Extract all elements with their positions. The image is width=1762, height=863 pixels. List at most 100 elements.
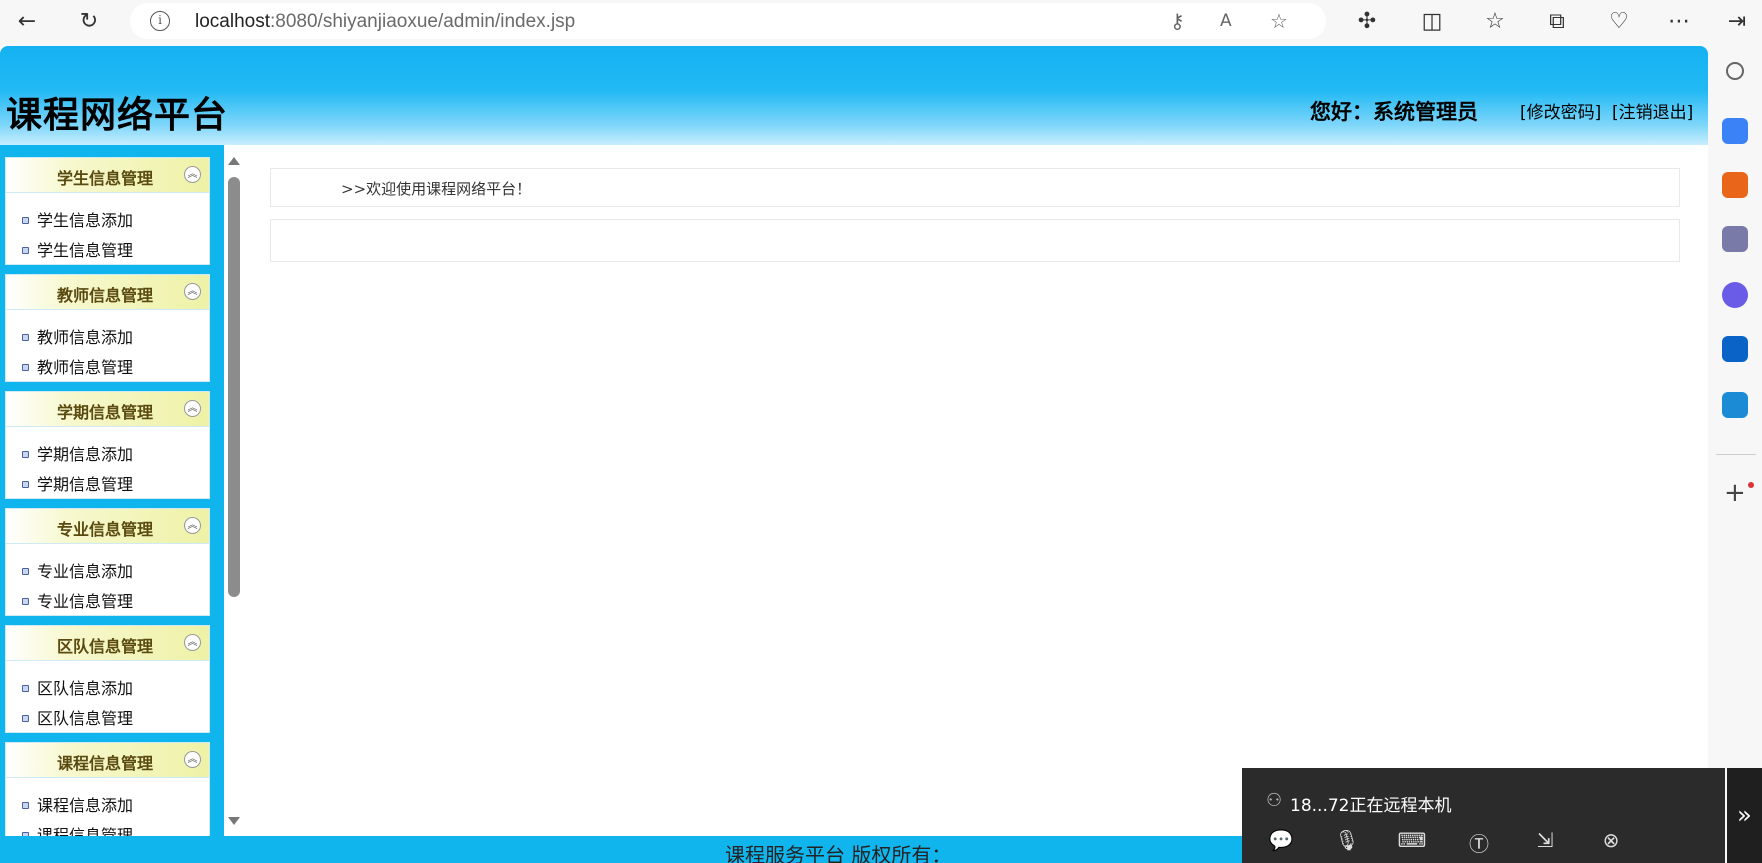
close-session-icon[interactable]: ⊗: [1596, 828, 1626, 854]
user-icon: ⚇: [1266, 790, 1283, 811]
collapse-chevron-icon[interactable]: ︽: [184, 283, 201, 300]
collapse-panel-icon[interactable]: »: [1727, 768, 1762, 863]
games-icon[interactable]: [1722, 226, 1748, 252]
bullet-icon: [22, 685, 29, 692]
footer-text: 课程服务平台 版权所有：: [725, 843, 952, 863]
menu-group-major: 专业信息管理 ︽ 专业信息添加 专业信息管理: [5, 508, 210, 616]
back-icon[interactable]: ←: [10, 4, 44, 38]
menu-group-course: 课程信息管理 ︽ 课程信息添加 课程信息管理: [5, 742, 210, 837]
bullet-icon: [22, 451, 29, 458]
menu-item[interactable]: 课程信息添加: [22, 792, 133, 816]
menu-item-label: 专业信息添加: [37, 562, 134, 581]
menu-group-header[interactable]: 区队信息管理 ︽: [6, 626, 209, 661]
main-content: >>欢迎使用课程网络平台！: [244, 145, 1708, 837]
menu-item-label: 区队信息管理: [37, 709, 134, 728]
menu-item-label: 课程信息添加: [37, 796, 134, 815]
keyboard-icon[interactable]: ⌨: [1397, 828, 1427, 854]
menu-item[interactable]: 学生信息管理: [22, 237, 133, 261]
search-icon[interactable]: [1726, 62, 1744, 80]
url-path: :8080/shiyanjiaoxue/admin/index.jsp: [270, 11, 576, 32]
menu-group-squad: 区队信息管理 ︽ 区队信息添加 区队信息管理: [5, 625, 210, 733]
sidebar-toggle-icon[interactable]: ⇥: [1720, 4, 1754, 38]
scroll-up-arrow-icon[interactable]: [228, 157, 240, 165]
bullet-icon: [22, 217, 29, 224]
menu-item[interactable]: 区队信息管理: [22, 705, 133, 729]
edge-divider: [1716, 454, 1756, 455]
menu-item-label: 学生信息添加: [37, 211, 134, 230]
menu-item-label: 区队信息添加: [37, 679, 134, 698]
scroll-down-arrow-icon[interactable]: [228, 817, 240, 825]
menu-item[interactable]: 专业信息管理: [22, 588, 133, 612]
bullet-icon: [22, 598, 29, 605]
favorite-star-icon[interactable]: ☆: [1270, 9, 1288, 33]
menu-group-header[interactable]: 教师信息管理 ︽: [6, 275, 209, 310]
menu-item-label: 学期信息添加: [37, 445, 134, 464]
text-icon[interactable]: Ⓣ: [1464, 828, 1494, 856]
menu-item[interactable]: 专业信息添加: [22, 558, 133, 582]
change-password-link[interactable]: [修改密码]: [1520, 98, 1601, 123]
menu-group-title: 课程信息管理: [57, 754, 154, 773]
edge-sidebar: +: [1708, 42, 1762, 863]
sidebar-menu: 学生信息管理 ︽ 学生信息添加 学生信息管理 教师信息管理 ︽ 教师信息添加 教师信…: [0, 145, 224, 837]
microphone-icon[interactable]: 🎙: [1332, 828, 1362, 854]
copilot-icon[interactable]: [1722, 282, 1748, 308]
collections-icon[interactable]: ⧉: [1540, 4, 1574, 38]
content-box: [270, 219, 1680, 262]
collapse-chevron-icon[interactable]: ︽: [184, 517, 201, 534]
web-page: 课程网络平台 您好：系统管理员 [修改密码] [注销退出] 学生信息管理 ︽ 学生…: [0, 46, 1708, 863]
url-host: localhost: [195, 11, 270, 32]
bullet-icon: [22, 364, 29, 371]
shopping-tag-icon[interactable]: [1722, 118, 1748, 144]
user-greeting: 您好：系统管理员: [1310, 100, 1478, 124]
menu-group-title: 专业信息管理: [57, 520, 154, 539]
menu-item[interactable]: 学期信息管理: [22, 471, 133, 495]
browser-essentials-icon[interactable]: ♡: [1602, 4, 1636, 38]
menu-group-student: 学生信息管理 ︽ 学生信息添加 学生信息管理: [5, 157, 210, 265]
site-info-icon[interactable]: i: [150, 11, 170, 31]
menu-group-header[interactable]: 课程信息管理 ︽: [6, 743, 209, 778]
bullet-icon: [22, 715, 29, 722]
menu-group-teacher: 教师信息管理 ︽ 教师信息添加 教师信息管理: [5, 274, 210, 382]
bullet-icon: [22, 247, 29, 254]
menu-group-header[interactable]: 学期信息管理 ︽: [6, 392, 209, 427]
menu-item[interactable]: 教师信息添加: [22, 324, 133, 348]
sidebar-scrollbar[interactable]: [224, 145, 244, 837]
collapse-chevron-icon[interactable]: ︽: [184, 166, 201, 183]
outlook-icon[interactable]: [1722, 336, 1748, 362]
password-key-icon[interactable]: ⚷: [1170, 9, 1185, 33]
welcome-box: >>欢迎使用课程网络平台！: [270, 168, 1680, 207]
menu-item[interactable]: 学期信息添加: [22, 441, 133, 465]
collapse-chevron-icon[interactable]: ︽: [184, 751, 201, 768]
menu-group-header[interactable]: 专业信息管理 ︽: [6, 509, 209, 544]
menu-item[interactable]: 教师信息管理: [22, 354, 133, 378]
split-screen-icon[interactable]: ◫: [1415, 4, 1449, 38]
read-aloud-icon[interactable]: A: [1220, 11, 1232, 31]
more-menu-icon[interactable]: ⋯: [1662, 4, 1696, 38]
menu-group-title: 区队信息管理: [57, 637, 154, 656]
chat-icon[interactable]: 💬: [1266, 828, 1296, 854]
menu-item-label: 学期信息管理: [37, 475, 134, 494]
address-bar[interactable]: i localhost:8080/shiyanjiaoxue/admin/ind…: [130, 3, 1326, 39]
remote-session-bar: ⚇ 18...72正在远程本机 💬 🎙 ⌨ Ⓣ ⇲ ⊗: [1242, 768, 1725, 863]
send-icon[interactable]: [1722, 392, 1748, 418]
collapse-chevron-icon[interactable]: ︽: [184, 400, 201, 417]
welcome-text: >>欢迎使用课程网络平台！: [341, 180, 532, 198]
refresh-icon[interactable]: ↻: [72, 4, 106, 38]
favorites-icon[interactable]: ☆: [1478, 4, 1512, 38]
notification-dot: [1748, 482, 1754, 488]
menu-group-header[interactable]: 学生信息管理 ︽: [6, 158, 209, 193]
bullet-icon: [22, 802, 29, 809]
tools-icon[interactable]: [1722, 172, 1748, 198]
file-transfer-icon[interactable]: ⇲: [1530, 828, 1560, 854]
menu-item-label: 教师信息添加: [37, 328, 134, 347]
scrollbar-thumb[interactable]: [228, 177, 240, 597]
logout-link[interactable]: [注销退出]: [1612, 98, 1693, 123]
menu-group-title: 教师信息管理: [57, 286, 154, 305]
add-icon[interactable]: +: [1724, 478, 1746, 508]
collapse-chevron-icon[interactable]: ︽: [184, 634, 201, 651]
menu-item[interactable]: 区队信息添加: [22, 675, 133, 699]
menu-item[interactable]: 课程信息管理: [22, 822, 133, 837]
menu-item-label: 学生信息管理: [37, 241, 134, 260]
extensions-icon[interactable]: ✣: [1350, 4, 1384, 38]
menu-item[interactable]: 学生信息添加: [22, 207, 133, 231]
